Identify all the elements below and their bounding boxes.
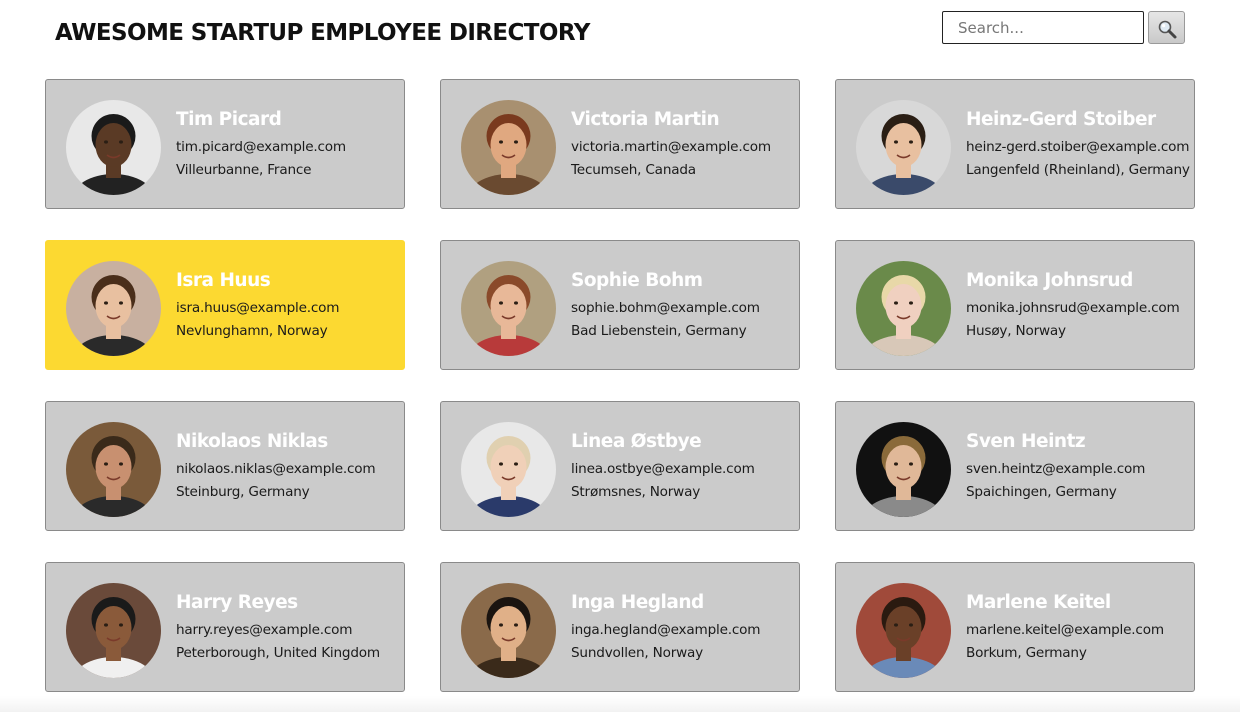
employee-info: Inga Hegland inga.hegland@example.com Sund…	[571, 590, 791, 665]
employee-info: Monika Johnsrud monika.johnsrud@example.c…	[966, 268, 1186, 343]
employee-card[interactable]: Monika Johnsrud monika.johnsrud@example.c…	[835, 240, 1195, 370]
avatar	[856, 261, 951, 356]
employee-card[interactable]: Victoria Martin victoria.martin@example.c…	[440, 79, 800, 209]
avatar	[856, 583, 951, 678]
employee-info: Linea Østbye linea.ostbye@example.com Strø…	[571, 429, 791, 504]
employee-name: Inga Hegland	[571, 592, 704, 613]
employee-email: linea.ostbye@example.com	[571, 461, 755, 477]
employee-card[interactable]: Isra Huus isra.huus@example.com Nevlungham…	[45, 240, 405, 370]
employee-location: Langenfeld (Rheinland), Germany	[966, 162, 1190, 178]
employee-email: sven.heintz@example.com	[966, 461, 1146, 477]
employee-info: Victoria Martin victoria.martin@example.c…	[571, 107, 791, 182]
employee-name: Harry Reyes	[176, 592, 298, 613]
employee-name: Heinz-Gerd Stoiber	[966, 109, 1156, 130]
employee-name: Monika Johnsrud	[966, 270, 1133, 291]
employee-card[interactable]: Sven Heintz sven.heintz@example.com Spaich…	[835, 401, 1195, 531]
employee-location: Tecumseh, Canada	[571, 162, 696, 178]
avatar	[461, 100, 556, 195]
page-header: AWESOME STARTUP EMPLOYEE DIRECTORY	[0, 0, 1240, 70]
employee-location: Spaichingen, Germany	[966, 484, 1117, 500]
employee-location: Nevlunghamn, Norway	[176, 323, 328, 339]
employee-location: Borkum, Germany	[966, 645, 1087, 661]
employee-name: Linea Østbye	[571, 431, 702, 452]
employee-location: Sundvollen, Norway	[571, 645, 703, 661]
employee-name: Nikolaos Niklas	[176, 431, 328, 452]
search-input[interactable]	[942, 11, 1144, 44]
employee-info: Heinz-Gerd Stoiber heinz-gerd.stoiber@exa…	[966, 107, 1190, 182]
employee-card[interactable]: Marlene Keitel marlene.keitel@example.com…	[835, 562, 1195, 692]
employee-info: Sven Heintz sven.heintz@example.com Spaich…	[966, 429, 1186, 504]
employee-info: Tim Picard tim.picard@example.com Villeurb…	[176, 107, 396, 182]
search-button[interactable]	[1148, 11, 1185, 44]
avatar	[856, 100, 951, 195]
employee-name: Sophie Bohm	[571, 270, 703, 291]
employee-info: Harry Reyes harry.reyes@example.com Peterb…	[176, 590, 396, 665]
avatar	[66, 261, 161, 356]
employee-email: nikolaos.niklas@example.com	[176, 461, 376, 477]
employee-email: marlene.keitel@example.com	[966, 622, 1164, 638]
employee-card[interactable]: Inga Hegland inga.hegland@example.com Sund…	[440, 562, 800, 692]
employee-location: Villeurbanne, France	[176, 162, 312, 178]
avatar	[66, 422, 161, 517]
employee-location: Bad Liebenstein, Germany	[571, 323, 747, 339]
employee-card[interactable]: Heinz-Gerd Stoiber heinz-gerd.stoiber@exa…	[835, 79, 1195, 209]
employee-location: Peterborough, United Kingdom	[176, 645, 380, 661]
page-title: AWESOME STARTUP EMPLOYEE DIRECTORY	[55, 20, 590, 46]
employee-email: inga.hegland@example.com	[571, 622, 761, 638]
employee-name: Victoria Martin	[571, 109, 720, 130]
employee-location: Steinburg, Germany	[176, 484, 310, 500]
employee-email: sophie.bohm@example.com	[571, 300, 760, 316]
employee-location: Husøy, Norway	[966, 323, 1066, 339]
employee-card[interactable]: Nikolaos Niklas nikolaos.niklas@example.c…	[45, 401, 405, 531]
avatar	[66, 100, 161, 195]
employee-email: harry.reyes@example.com	[176, 622, 353, 638]
avatar	[66, 583, 161, 678]
avatar	[461, 583, 556, 678]
employee-email: victoria.martin@example.com	[571, 139, 771, 155]
employee-info: Sophie Bohm sophie.bohm@example.com Bad Li…	[571, 268, 791, 343]
employee-card[interactable]: Sophie Bohm sophie.bohm@example.com Bad Li…	[440, 240, 800, 370]
magnifier-icon	[1158, 20, 1176, 39]
employee-card[interactable]: Harry Reyes harry.reyes@example.com Peterb…	[45, 562, 405, 692]
employee-info: Marlene Keitel marlene.keitel@example.com…	[966, 590, 1186, 665]
employee-name: Isra Huus	[176, 270, 271, 291]
avatar	[856, 422, 951, 517]
employee-gallery: Tim Picard tim.picard@example.com Villeurb…	[45, 79, 1195, 692]
employee-location: Strømsnes, Norway	[571, 484, 701, 500]
avatar	[461, 261, 556, 356]
employee-email: isra.huus@example.com	[176, 300, 340, 316]
bottom-fade	[0, 696, 1240, 712]
employee-card[interactable]: Tim Picard tim.picard@example.com Villeurb…	[45, 79, 405, 209]
employee-name: Sven Heintz	[966, 431, 1086, 452]
employee-email: monika.johnsrud@example.com	[966, 300, 1180, 316]
avatar	[461, 422, 556, 517]
employee-email: heinz-gerd.stoiber@example.com	[966, 139, 1190, 155]
employee-info: Nikolaos Niklas nikolaos.niklas@example.c…	[176, 429, 396, 504]
employee-info: Isra Huus isra.huus@example.com Nevlungham…	[176, 268, 396, 343]
employee-card[interactable]: Linea Østbye linea.ostbye@example.com Strø…	[440, 401, 800, 531]
employee-email: tim.picard@example.com	[176, 139, 346, 155]
employee-name: Marlene Keitel	[966, 592, 1111, 613]
employee-name: Tim Picard	[176, 109, 282, 130]
